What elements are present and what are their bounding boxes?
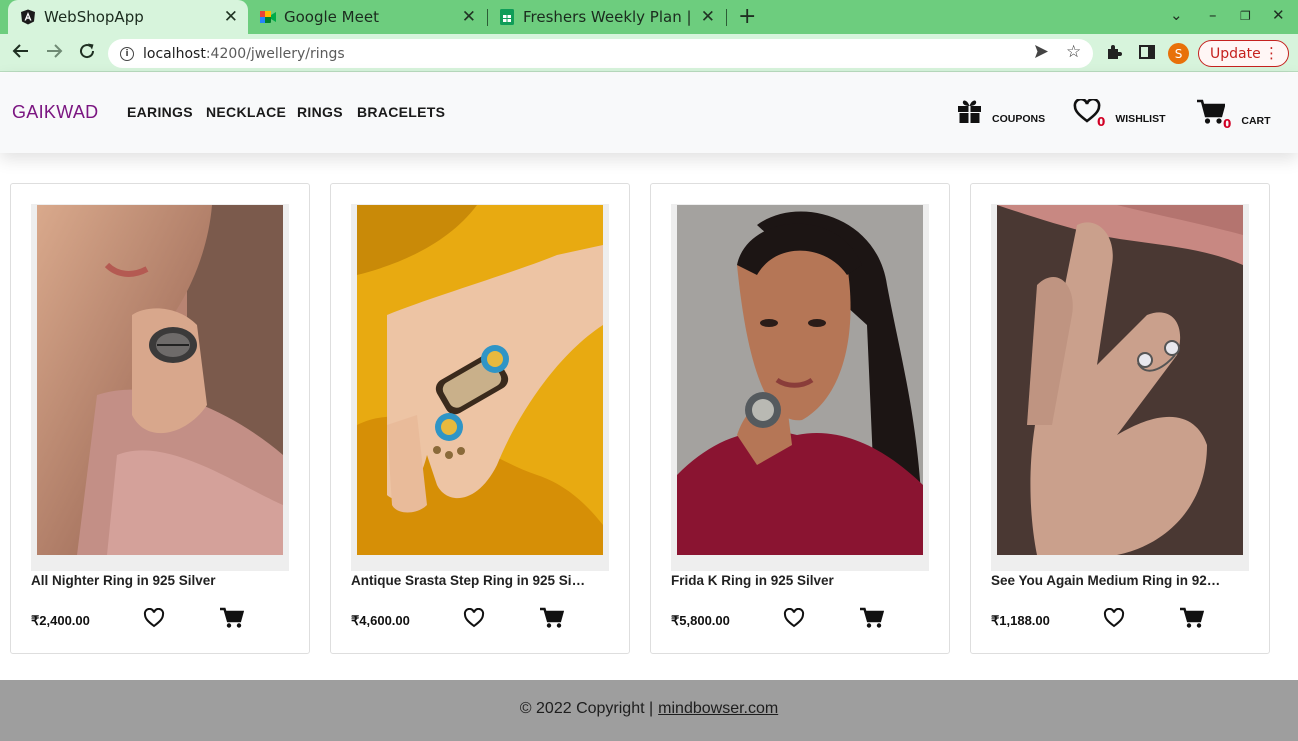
nav-bracelets[interactable]: BRACELETS bbox=[357, 104, 445, 120]
google-meet-icon bbox=[260, 9, 276, 25]
close-tab-icon[interactable]: ✕ bbox=[224, 7, 238, 27]
nav-necklace[interactable]: NECKLACE bbox=[206, 104, 286, 120]
product-name[interactable]: See You Again Medium Ring in 925 Silver bbox=[991, 573, 1226, 588]
product-image[interactable] bbox=[357, 205, 603, 555]
product-image[interactable] bbox=[677, 205, 923, 555]
close-tab-icon[interactable]: ✕ bbox=[701, 7, 715, 27]
wishlist-link[interactable]: 0 WISHLIST bbox=[1073, 97, 1166, 129]
product-price: ₹2,400.00 bbox=[31, 613, 90, 628]
update-label: Update bbox=[1210, 45, 1261, 62]
coupons-link[interactable]: COUPONS bbox=[957, 99, 1045, 127]
copyright-text: © 2022 Copyright | bbox=[519, 699, 654, 717]
product-image[interactable] bbox=[997, 205, 1243, 555]
wishlist-label: WISHLIST bbox=[1115, 113, 1166, 125]
product-price: ₹1,188.00 bbox=[991, 613, 1050, 628]
reload-icon[interactable] bbox=[78, 42, 96, 65]
tab-webshopapp[interactable]: WebShopApp ✕ bbox=[8, 0, 248, 34]
angular-icon bbox=[20, 9, 36, 25]
update-button[interactable]: Update ⋮ bbox=[1198, 40, 1289, 67]
minimize-icon[interactable]: – bbox=[1209, 6, 1217, 24]
tab-title: Google Meet bbox=[284, 8, 379, 26]
coupons-label: COUPONS bbox=[992, 113, 1046, 125]
product-card: Antique Srasta Step Ring in 925 Silver ₹… bbox=[330, 183, 630, 654]
browser-tab-strip: WebShopApp ✕ Google Meet ✕ Freshers Week… bbox=[0, 0, 1298, 34]
add-to-wishlist-button[interactable] bbox=[783, 607, 805, 630]
add-to-cart-button[interactable] bbox=[1180, 607, 1205, 631]
site-footer: © 2022 Copyright | mindbowser.com bbox=[0, 680, 1298, 741]
heart-icon bbox=[143, 607, 165, 628]
tab-freshers-plan[interactable]: Freshers Weekly Plan | Sh ✕ bbox=[487, 0, 725, 34]
tab-title: Freshers Weekly Plan | Sh bbox=[523, 8, 693, 26]
site-header: GAIKWAD EARINGS NECKLACE RINGS BRACELETS… bbox=[0, 73, 1298, 153]
bookmark-star-icon[interactable]: ☆ bbox=[1066, 42, 1081, 62]
product-name[interactable]: Antique Srasta Step Ring in 925 Silver bbox=[351, 573, 586, 588]
site-info-icon[interactable]: i bbox=[120, 46, 134, 61]
product-card: Frida K Ring in 925 Silver ₹5,800.00 bbox=[650, 183, 950, 654]
close-tab-icon[interactable]: ✕ bbox=[462, 7, 476, 27]
url-path: :4200/jwellery/rings bbox=[205, 45, 345, 62]
product-image[interactable] bbox=[37, 205, 283, 555]
side-panel-icon[interactable] bbox=[1139, 44, 1155, 64]
new-tab-button[interactable]: + bbox=[738, 4, 756, 29]
product-image-frame bbox=[351, 204, 609, 571]
add-to-wishlist-button[interactable] bbox=[143, 607, 165, 630]
cart-icon bbox=[1180, 607, 1205, 628]
tab-title: WebShopApp bbox=[44, 8, 144, 26]
add-to-cart-button[interactable] bbox=[860, 607, 885, 631]
product-price: ₹4,600.00 bbox=[351, 613, 410, 628]
cart-count: 0 bbox=[1223, 117, 1232, 131]
nav-earings[interactable]: EARINGS bbox=[127, 104, 193, 120]
heart-icon bbox=[1103, 607, 1125, 628]
add-to-wishlist-button[interactable] bbox=[1103, 607, 1125, 630]
heart-icon bbox=[783, 607, 805, 628]
address-toolbar: i localhost:4200/jwellery/rings ☆ bbox=[0, 34, 1298, 72]
product-name[interactable]: Frida K Ring in 925 Silver bbox=[671, 573, 906, 588]
cart-icon bbox=[220, 607, 245, 628]
product-price: ₹5,800.00 bbox=[671, 613, 730, 628]
send-icon[interactable] bbox=[1034, 44, 1049, 63]
cart-label: CART bbox=[1241, 115, 1271, 127]
product-image-frame bbox=[991, 204, 1249, 571]
heart-icon bbox=[463, 607, 485, 628]
forward-icon[interactable] bbox=[45, 42, 63, 65]
cart-icon bbox=[860, 607, 885, 628]
gift-icon bbox=[957, 99, 982, 127]
extensions-icon[interactable] bbox=[1106, 44, 1122, 64]
nav-rings[interactable]: RINGS bbox=[297, 104, 343, 120]
brand-logo[interactable]: GAIKWAD bbox=[12, 102, 98, 123]
google-sheets-icon bbox=[499, 9, 515, 25]
product-card: All Nighter Ring in 925 Silver ₹2,400.00 bbox=[10, 183, 310, 654]
cart-icon bbox=[1197, 99, 1226, 129]
more-menu-icon[interactable]: ⋮ bbox=[1264, 44, 1279, 62]
wishlist-count: 0 bbox=[1097, 115, 1106, 129]
product-image-frame bbox=[31, 204, 289, 571]
cart-icon bbox=[540, 607, 565, 628]
add-to-wishlist-button[interactable] bbox=[463, 607, 485, 630]
add-to-cart-button[interactable] bbox=[540, 607, 565, 631]
url-host: localhost bbox=[143, 45, 206, 62]
tab-search-icon[interactable]: ⌄ bbox=[1170, 6, 1183, 24]
tab-divider bbox=[726, 9, 727, 26]
footer-link[interactable]: mindbowser.com bbox=[658, 700, 778, 718]
tab-google-meet[interactable]: Google Meet ✕ bbox=[248, 0, 486, 34]
restore-icon[interactable]: ❐ bbox=[1240, 9, 1251, 23]
add-to-cart-button[interactable] bbox=[220, 607, 245, 631]
close-window-icon[interactable]: ✕ bbox=[1272, 6, 1285, 24]
product-card: See You Again Medium Ring in 925 Silver … bbox=[970, 183, 1270, 654]
back-icon[interactable] bbox=[12, 42, 30, 65]
product-name[interactable]: All Nighter Ring in 925 Silver bbox=[31, 573, 266, 588]
profile-avatar[interactable]: S bbox=[1168, 43, 1189, 64]
url-bar[interactable]: i localhost:4200/jwellery/rings ☆ bbox=[108, 39, 1093, 68]
product-image-frame bbox=[671, 204, 929, 571]
cart-link[interactable]: 0 CART bbox=[1197, 99, 1271, 131]
